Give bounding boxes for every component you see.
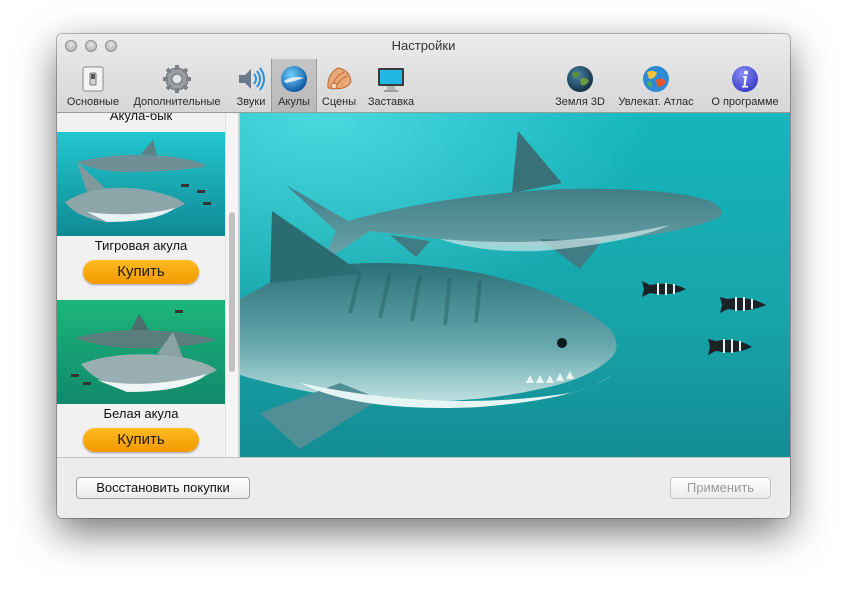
shark-list[interactable]: Акула-бык Тигровая акула Купить Белая ак… [57, 113, 237, 457]
shark-globe-icon [281, 66, 307, 92]
tab-earth-3d-label: Земля 3D [555, 96, 605, 108]
restore-purchases-button[interactable]: Восстановить покупки [76, 477, 250, 499]
buy-white-shark-button[interactable]: Купить [83, 428, 199, 452]
window-title: Настройки [391, 38, 456, 53]
preferences-window: Настройки Основные Дополнительные Звуки … [57, 34, 790, 518]
monitor-icon [378, 68, 404, 92]
info-icon [732, 66, 758, 92]
tab-screensaver-label: Заставка [367, 96, 415, 108]
tab-earth-3d[interactable]: Земля 3D [551, 60, 609, 110]
switch-icon [82, 66, 104, 92]
titlebar: Настройки Основные Дополнительные Звуки … [57, 34, 790, 113]
buy-tiger-shark-button[interactable]: Купить [83, 260, 199, 284]
tab-scenes-label: Сцены [321, 96, 357, 108]
sidebar-scroll-thumb[interactable] [229, 212, 235, 372]
tab-about-label: О программе [711, 96, 779, 108]
tab-general[interactable]: Основные [63, 60, 123, 110]
shell-icon [327, 67, 352, 90]
tab-advanced[interactable]: Дополнительные [129, 60, 225, 110]
tab-about[interactable]: О программе [705, 60, 785, 110]
tab-advanced-label: Дополнительные [133, 96, 221, 108]
atlas-globe-icon [643, 66, 669, 92]
apply-button[interactable]: Применить [670, 477, 771, 499]
gear-icon [163, 65, 191, 93]
tab-sounds[interactable]: Звуки [231, 60, 271, 110]
tiger-shark-thumbnail[interactable] [57, 132, 225, 236]
shark-title-tiger: Тигровая акула [94, 238, 188, 253]
tab-general-label: Основные [66, 96, 120, 108]
tab-sharks[interactable]: Акулы [271, 59, 317, 112]
earth-icon [567, 66, 593, 92]
tab-scenes[interactable]: Сцены [319, 60, 359, 110]
shark-preview-image [240, 113, 790, 457]
tab-atlas-label: Увлекат. Атлас [618, 96, 694, 108]
shark-title-white: Белая акула [103, 406, 179, 421]
white-shark-thumbnail[interactable] [57, 300, 225, 404]
speaker-icon [239, 67, 265, 91]
bottom-bar: Восстановить покупки Применить [57, 457, 790, 518]
tab-sounds-label: Звуки [236, 96, 266, 108]
tab-screensaver[interactable]: Заставка [363, 60, 419, 110]
shark-title-bull: Акула-бык [109, 113, 173, 123]
tab-sharks-label: Акулы [278, 96, 310, 108]
tab-atlas[interactable]: Увлекат. Атлас [613, 60, 699, 110]
